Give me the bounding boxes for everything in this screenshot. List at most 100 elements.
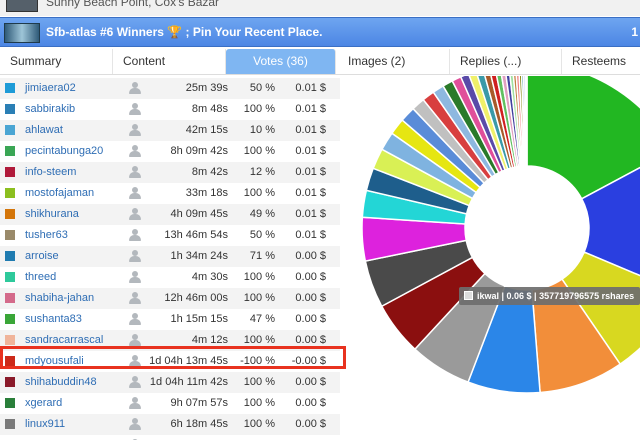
- vote-time: 1h 15m 15s: [170, 313, 228, 325]
- voter-name-link[interactable]: info-steem: [25, 166, 76, 178]
- post-thumbnail: [4, 23, 40, 43]
- voter-name-link[interactable]: mostofajaman: [25, 187, 94, 199]
- post-index: 1: [631, 25, 638, 39]
- vote-time: 33m 18s: [185, 187, 228, 199]
- vote-percent: 100 %: [243, 397, 275, 409]
- vote-percent: 50 %: [249, 82, 275, 94]
- vote-time: 8m 48s: [191, 103, 228, 115]
- voter-color-swatch: [5, 356, 15, 366]
- voter-name-link[interactable]: xgerard: [25, 397, 62, 409]
- voter-color-swatch: [5, 377, 15, 387]
- voter-name-link[interactable]: ahlawat: [25, 124, 63, 136]
- vote-time: 13h 46m 54s: [164, 229, 228, 241]
- vote-percent: 50 %: [249, 229, 275, 241]
- vote-amount: 0.01 $: [295, 145, 326, 157]
- vote-row: linux911 6h 18m 45s 100 % 0.00 $: [0, 414, 340, 435]
- voter-color-swatch: [5, 104, 15, 114]
- vote-percent: 100 %: [243, 103, 275, 115]
- tab-images[interactable]: Images (2): [338, 49, 450, 74]
- tab-votes[interactable]: Votes (36): [226, 49, 336, 74]
- voter-name-link[interactable]: jimiaera02: [25, 82, 76, 94]
- voter-name-link[interactable]: arroise: [25, 250, 59, 262]
- vote-percent: 100 %: [243, 376, 275, 388]
- voter-name-link[interactable]: shabiha-jahan: [25, 292, 94, 304]
- vote-amount: 0.00 $: [295, 418, 326, 430]
- vote-amount: 0.00 $: [295, 250, 326, 262]
- vote-row: pazomimatute199814h 44m 48s100 %0.00 $: [0, 435, 340, 440]
- voter-color-swatch: [5, 293, 15, 303]
- vote-row: threed 4m 30s 100 % 0.00 $: [0, 267, 340, 288]
- vote-time: 4m 30s: [191, 271, 228, 283]
- vote-percent: 71 %: [249, 250, 275, 262]
- vote-amount: 0.00 $: [295, 313, 326, 325]
- tab-resteems[interactable]: Resteems (1): [562, 49, 640, 93]
- vote-amount: 0.01 $: [295, 166, 326, 178]
- post-title[interactable]: Sfb-atlas #6 Winners 🏆 ; Pin Your Recent…: [46, 25, 322, 39]
- user-icon: [128, 270, 142, 284]
- voter-color-swatch: [5, 230, 15, 240]
- voter-name-link[interactable]: mdyousufali: [25, 355, 84, 367]
- vote-time: 9h 07m 57s: [170, 397, 228, 409]
- voter-name-link[interactable]: tusher63: [25, 229, 68, 241]
- pie-svg: [361, 76, 640, 394]
- user-icon: [128, 354, 142, 368]
- vote-percent: 12 %: [249, 166, 275, 178]
- vote-amount: 0.01 $: [295, 208, 326, 220]
- vote-time: 1d 04h 13m 45s: [149, 355, 228, 367]
- vote-amount: 0.01 $: [295, 82, 326, 94]
- vote-time: 1h 34m 24s: [170, 250, 228, 262]
- pie-slice[interactable]: [524, 76, 528, 167]
- user-icon: [128, 417, 142, 431]
- voter-name-link[interactable]: sabbirakib: [25, 103, 75, 115]
- vote-time: 8h 09m 42s: [170, 145, 228, 157]
- vote-amount: 0.00 $: [295, 292, 326, 304]
- vote-percent: 49 %: [249, 208, 275, 220]
- previous-post-location: Sunny Beach Point, Cox's Bazar: [46, 0, 220, 9]
- user-icon: [128, 186, 142, 200]
- voter-name-link[interactable]: sandracarrascal: [25, 334, 103, 346]
- detail-tabs: Summary Content Votes (36) Images (2) Re…: [0, 49, 640, 93]
- user-icon: [128, 333, 142, 347]
- user-icon: [128, 249, 142, 263]
- voter-name-link[interactable]: shihabuddin48: [25, 376, 97, 388]
- vote-row: ahlawat 42m 15s 10 % 0.01 $: [0, 120, 340, 141]
- vote-row: sabbirakib 8m 48s 100 % 0.01 $: [0, 99, 340, 120]
- voter-color-swatch: [5, 398, 15, 408]
- voter-color-swatch: [5, 335, 15, 345]
- user-icon: [128, 291, 142, 305]
- voter-color-swatch: [5, 146, 15, 156]
- user-icon: [128, 165, 142, 179]
- votes-pie-chart[interactable]: [340, 76, 640, 440]
- vote-row: shikhurana 4h 09m 45s 49 % 0.01 $: [0, 204, 340, 225]
- vote-row: shabiha-jahan 12h 46m 00s 100 % 0.00 $: [0, 288, 340, 309]
- voter-color-swatch: [5, 188, 15, 198]
- vote-row: xgerard 9h 07m 57s 100 % 0.00 $: [0, 393, 340, 414]
- voter-name-link[interactable]: linux911: [25, 418, 65, 430]
- vote-percent: 100 %: [243, 334, 275, 346]
- tooltip-text: ikwal | 0.06 $ | 357719796575 rshares: [477, 291, 635, 301]
- vote-time: 42m 15s: [185, 124, 228, 136]
- tab-replies[interactable]: Replies (...): [450, 49, 562, 74]
- voter-name-link[interactable]: threed: [25, 271, 56, 283]
- vote-row: shihabuddin48 1d 04h 11m 42s 100 % 0.00 $: [0, 372, 340, 393]
- voter-name-link[interactable]: pecintabunga20: [25, 145, 103, 157]
- voter-color-swatch: [5, 167, 15, 177]
- voter-color-swatch: [5, 272, 15, 282]
- vote-amount: 0.00 $: [295, 271, 326, 283]
- vote-amount: 0.01 $: [295, 229, 326, 241]
- user-icon: [128, 102, 142, 116]
- user-icon: [128, 144, 142, 158]
- vote-percent: 100 %: [243, 145, 275, 157]
- previous-post-strip[interactable]: Sunny Beach Point, Cox's Bazar: [0, 0, 640, 16]
- vote-amount: 0.01 $: [295, 187, 326, 199]
- vote-row: pecintabunga20 8h 09m 42s 100 % 0.01 $: [0, 141, 340, 162]
- tab-summary[interactable]: Summary: [0, 49, 113, 74]
- voter-name-link[interactable]: shikhurana: [25, 208, 79, 220]
- vote-row: arroise 1h 34m 24s 71 % 0.00 $: [0, 246, 340, 267]
- voter-name-link[interactable]: sushanta83: [25, 313, 82, 325]
- user-icon: [128, 123, 142, 137]
- vote-row: sushanta83 1h 15m 15s 47 % 0.00 $: [0, 309, 340, 330]
- vote-time: 4h 09m 45s: [170, 208, 228, 220]
- tab-content[interactable]: Content: [113, 49, 226, 74]
- vote-percent: 100 %: [243, 271, 275, 283]
